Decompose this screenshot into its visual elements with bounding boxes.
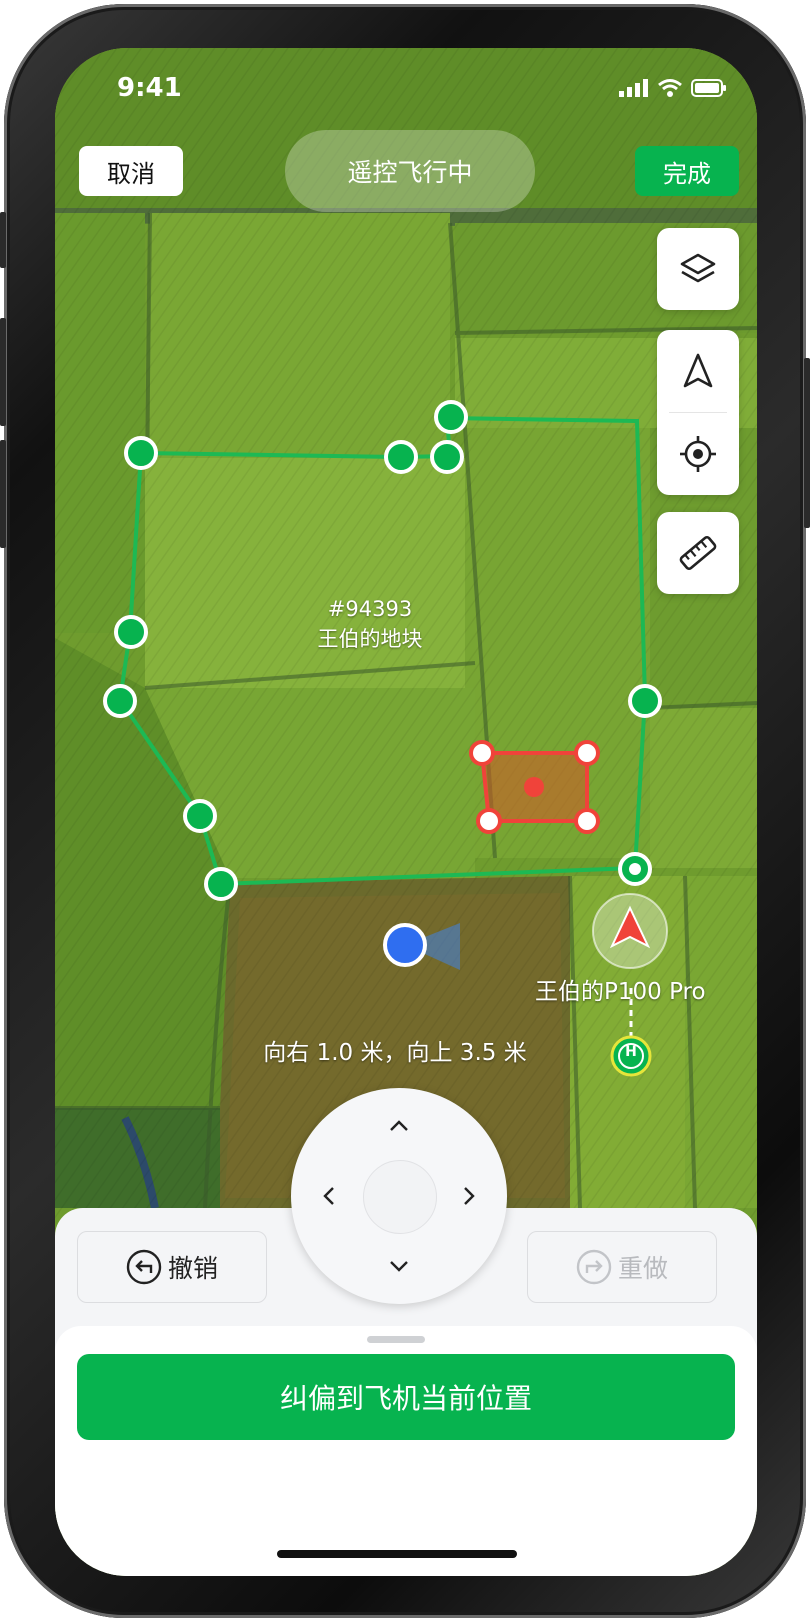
layers-icon — [680, 253, 716, 283]
layers-button[interactable] — [657, 228, 739, 310]
offset-readout: 向右 1.0 米，向上 3.5 米 — [263, 1040, 527, 1066]
correct-to-drone-position-button[interactable]: 纠偏到飞机当前位置 — [77, 1354, 735, 1440]
redo-button[interactable]: 重做 — [527, 1231, 717, 1303]
navigation-button[interactable] — [657, 330, 739, 412]
power-button — [804, 358, 810, 528]
undo-button[interactable]: 撤销 — [77, 1231, 267, 1303]
vertex-handle — [103, 684, 137, 718]
action-sheet: 纠偏到飞机当前位置 — [55, 1326, 757, 1576]
locate-button[interactable] — [657, 413, 739, 495]
home-point-label: H — [625, 1044, 637, 1060]
volume-up-button — [0, 318, 6, 426]
field-name: 王伯的地块 — [317, 627, 423, 651]
vertex-handle — [183, 799, 217, 833]
vertex-handle — [114, 615, 148, 649]
volume-down-button — [0, 440, 6, 548]
mute-switch — [0, 212, 6, 268]
battery-icon — [691, 79, 726, 97]
app-screen: H 9:41 取消 遥控飞行中 完成 #94393 王伯的地块 王伯的P100 … — [55, 48, 757, 1576]
chevron-left-icon[interactable] — [321, 1186, 335, 1206]
field-id: #94393 — [327, 597, 413, 621]
joystick-center[interactable] — [363, 1160, 437, 1234]
flight-status-pill: 遥控飞行中 — [285, 130, 535, 212]
sheet-grabber[interactable] — [367, 1336, 425, 1343]
vertex-handle — [628, 684, 662, 718]
undo-label: 撤销 — [167, 1254, 218, 1283]
direction-joystick[interactable] — [291, 1088, 507, 1304]
redo-label: 重做 — [617, 1254, 668, 1283]
map-orientation-group — [657, 330, 739, 495]
chevron-down-icon[interactable] — [389, 1260, 409, 1274]
undo-icon — [126, 1249, 162, 1285]
vertex-handle — [124, 436, 158, 470]
vertex-handle — [430, 440, 464, 474]
drone-marker — [592, 893, 668, 969]
vertex-handle — [384, 440, 418, 474]
drone-name: 王伯的P100 Pro — [535, 979, 706, 1005]
status-bar: 9:41 — [55, 48, 757, 132]
ruler-icon — [679, 535, 717, 571]
obstacle-zone — [469, 740, 600, 834]
navigation-arrow-icon — [683, 353, 713, 388]
chevron-right-icon[interactable] — [463, 1186, 477, 1206]
status-time: 9:41 — [117, 73, 182, 103]
locate-target-icon — [680, 436, 716, 472]
field-label: #94393 王伯的地块 — [280, 594, 460, 654]
vertex-handle — [204, 867, 238, 901]
vertex-handle — [434, 400, 468, 434]
done-button[interactable]: 完成 — [635, 146, 739, 196]
cancel-button[interactable]: 取消 — [79, 146, 183, 196]
home-indicator[interactable] — [277, 1550, 517, 1558]
wifi-icon — [658, 79, 682, 97]
chevron-up-icon[interactable] — [389, 1118, 409, 1132]
redo-icon — [576, 1249, 612, 1285]
signal-icon — [619, 79, 648, 97]
measure-button[interactable] — [657, 512, 739, 594]
